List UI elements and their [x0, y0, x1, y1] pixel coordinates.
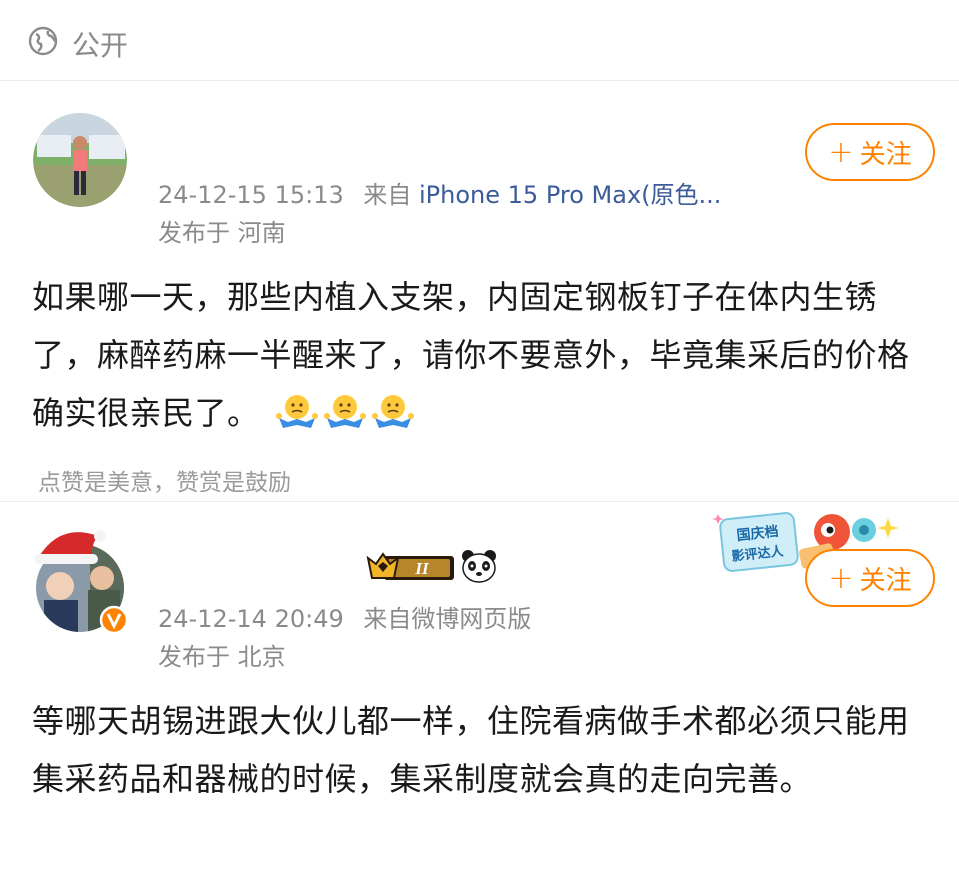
plus-icon: +	[828, 134, 854, 170]
post-meta: 24-12-14 20:49 来自微博网页版	[158, 599, 531, 634]
shrug-emoji	[324, 395, 367, 428]
follow-label: 关注	[859, 139, 912, 170]
post-location: 发布于 北京	[158, 643, 286, 671]
visibility-label: 公开	[72, 29, 129, 62]
shrug-emoji	[276, 395, 319, 428]
panda-icon	[462, 550, 496, 583]
post-card[interactable]: II 国庆档 影评达人 + 关注 24-12-14 20:49 来自微博网页版 …	[0, 502, 959, 871]
source-prefix: 来自	[363, 605, 412, 633]
follow-button[interactable]: + 关注	[805, 123, 935, 181]
user-avatar[interactable]	[33, 113, 127, 207]
post-location: 发布于 河南	[158, 219, 286, 247]
visibility-bar: 公开	[0, 0, 959, 81]
plus-icon: +	[828, 560, 854, 596]
post-source[interactable]: 微博网页版	[411, 605, 531, 633]
post-meta: 24-12-15 15:13 来自 iPhone 15 Pro Max(原色..…	[158, 175, 721, 210]
post-time: 24-12-15 15:13	[158, 181, 344, 209]
post-text: 如果哪一天，那些内植入支架，内固定钢板钉子在体内生锈了，麻醉药麻一半醒来了，请你…	[32, 268, 932, 442]
post-source[interactable]: iPhone 15 Pro Max(原色...	[419, 181, 721, 209]
post-card[interactable]: + 关注 24-12-15 15:13 来自 iPhone 15 Pro Max…	[0, 80, 959, 502]
svg-text:II: II	[414, 559, 430, 578]
reward-tip: 点赞是美意，赞赏是鼓励	[38, 470, 291, 496]
crown-icon[interactable]: II	[366, 550, 458, 584]
post-time: 24-12-14 20:49	[158, 605, 344, 633]
post-text-content: 如果哪一天，那些内植入支架，内固定钢板钉子在体内生锈了，麻醉药麻一半醒来了，请你…	[32, 278, 910, 432]
follow-label: 关注	[859, 565, 912, 596]
post-text: 等哪天胡锡进跟大伙儿都一样，住院看病做手术都必须只能用集采药品和器械的时候，集采…	[32, 702, 910, 798]
source-prefix: 来自	[363, 181, 412, 209]
user-avatar-christmas-hat[interactable]	[30, 516, 140, 635]
globe-icon	[28, 26, 58, 56]
shrug-emoji	[372, 395, 415, 428]
follow-button[interactable]: + 关注	[805, 549, 935, 607]
